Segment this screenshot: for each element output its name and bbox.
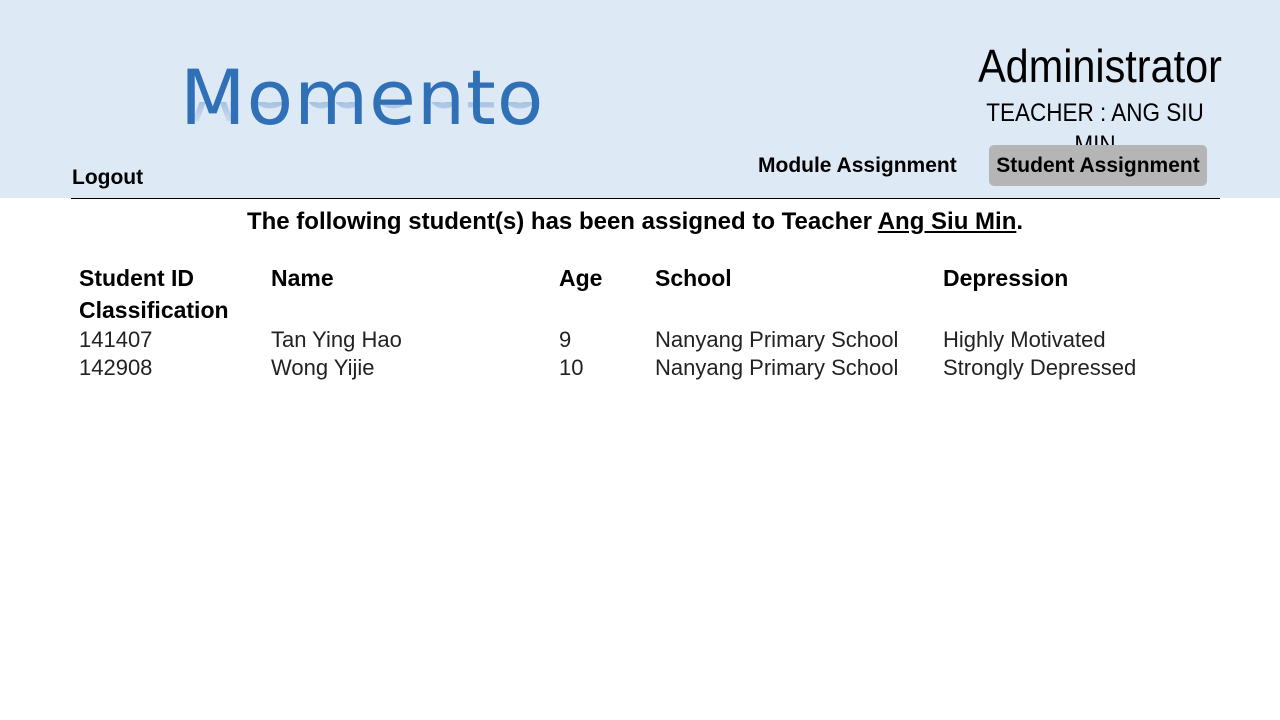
header-classification-label: Classification [79, 297, 229, 323]
header-bar: Momento Momento Logout Administrator TEA… [0, 0, 1280, 198]
message-suffix: . [1016, 208, 1024, 235]
header-student-id: Student ID Classification [79, 262, 271, 326]
header-school: School [655, 265, 732, 291]
table-row: 142908 Wong Yijie 10 Nanyang Primary Sch… [79, 354, 1223, 382]
teacher-name-link[interactable]: Ang Siu Min [878, 208, 1017, 235]
header-divider [71, 198, 1220, 199]
role-title: Administrator [978, 40, 1222, 92]
nav-module-assignment[interactable]: Module Assignment [748, 150, 967, 182]
header-student-id-label: Student ID [79, 265, 194, 291]
logo-reflection: Momento [180, 102, 544, 132]
header-depression: Depression [943, 265, 1069, 291]
assignment-message: The following student(s) has been assign… [0, 205, 1270, 239]
cell-depression: Strongly Depressed [943, 355, 1137, 380]
cell-student-id: 141407 [79, 327, 153, 352]
cell-school: Nanyang Primary School [655, 327, 899, 352]
logout-link[interactable]: Logout [72, 166, 143, 190]
students-table: Student ID Classification Name Age Schoo… [79, 262, 1223, 382]
table-row: 141407 Tan Ying Hao 9 Nanyang Primary Sc… [79, 326, 1223, 354]
momento-logo: Momento Momento [180, 58, 544, 164]
cell-age: 9 [559, 327, 572, 352]
cell-name: Tan Ying Hao [271, 327, 402, 352]
cell-name: Wong Yijie [271, 355, 375, 380]
header-age: Age [559, 265, 603, 291]
cell-school: Nanyang Primary School [655, 355, 899, 380]
header-name: Name [271, 265, 334, 291]
table-header-row: Student ID Classification Name Age Schoo… [79, 262, 1223, 326]
message-prefix: The following student(s) has been assign… [246, 208, 878, 235]
cell-student-id: 142908 [79, 355, 153, 380]
cell-depression: Highly Motivated [943, 327, 1106, 352]
nav-student-assignment[interactable]: Student Assignment [989, 145, 1207, 186]
cell-age: 10 [559, 355, 584, 380]
